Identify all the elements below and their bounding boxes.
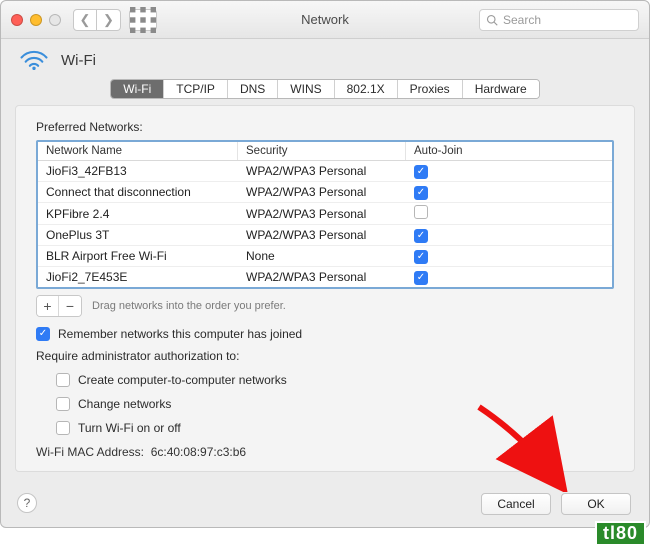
forward-button[interactable]: ❯ — [97, 9, 121, 31]
network-security-cell: WPA2/WPA3 Personal — [238, 268, 406, 286]
table-row[interactable]: JioFi2_7E453EWPA2/WPA3 Personal — [38, 267, 612, 287]
minimize-icon[interactable] — [30, 14, 42, 26]
wifi-panel: Preferred Networks: Network Name Securit… — [15, 105, 635, 472]
show-all-button[interactable] — [129, 9, 157, 31]
admin-option-checkbox[interactable] — [56, 421, 70, 435]
help-button[interactable]: ? — [17, 493, 37, 513]
network-security-cell: WPA2/WPA3 Personal — [238, 162, 406, 180]
remember-networks-label: Remember networks this computer has join… — [58, 327, 302, 341]
preferred-networks-label: Preferred Networks: — [36, 120, 614, 134]
autojoin-checkbox[interactable] — [414, 205, 428, 219]
nav-back-forward: ❮ ❯ — [73, 9, 121, 31]
autojoin-checkbox[interactable] — [414, 229, 428, 243]
autojoin-checkbox[interactable] — [414, 271, 428, 285]
column-auto-join[interactable]: Auto-Join — [406, 142, 612, 160]
admin-option-checkbox[interactable] — [56, 397, 70, 411]
autojoin-checkbox[interactable] — [414, 165, 428, 179]
drag-hint: Drag networks into the order you prefer. — [92, 300, 286, 312]
tab-proxies[interactable]: Proxies — [398, 80, 463, 98]
column-network-name[interactable]: Network Name — [38, 142, 238, 160]
autojoin-checkbox[interactable] — [414, 250, 428, 264]
close-icon[interactable] — [11, 14, 23, 26]
network-name-cell: OnePlus 3T — [38, 226, 238, 244]
dialog-buttons: Cancel OK — [481, 493, 631, 515]
remember-networks-option[interactable]: Remember networks this computer has join… — [36, 327, 614, 341]
wifi-icon — [19, 49, 49, 71]
tab-wins[interactable]: WINS — [278, 80, 334, 98]
grid-icon — [130, 7, 156, 33]
admin-option-label: Turn Wi-Fi on or off — [78, 421, 181, 435]
tab-wi-fi[interactable]: Wi-Fi — [111, 80, 164, 98]
connection-header: Wi-Fi — [1, 39, 649, 79]
remember-networks-checkbox[interactable] — [36, 327, 50, 341]
tab-dns[interactable]: DNS — [228, 80, 278, 98]
remove-network-button[interactable]: − — [59, 296, 81, 316]
admin-option[interactable]: Turn Wi-Fi on or off — [56, 421, 614, 435]
network-autojoin-cell — [406, 161, 612, 181]
network-name-cell: JioFi2_7E453E — [38, 268, 238, 286]
network-autojoin-cell — [406, 225, 612, 245]
network-security-cell: WPA2/WPA3 Personal — [238, 205, 406, 223]
column-security[interactable]: Security — [238, 142, 406, 160]
tab-hardware[interactable]: Hardware — [463, 80, 539, 98]
search-icon — [486, 14, 498, 26]
watermark: tl80 — [595, 521, 646, 546]
ok-button[interactable]: OK — [561, 493, 631, 515]
add-remove-control: + − — [36, 295, 82, 317]
network-autojoin-cell — [406, 246, 612, 266]
admin-option-label: Change networks — [78, 397, 171, 411]
table-row[interactable]: KPFibre 2.4WPA2/WPA3 Personal — [38, 203, 612, 225]
network-name-cell: JioFi3_42FB13 — [38, 162, 238, 180]
admin-authorization-label: Require administrator authorization to: — [36, 349, 614, 363]
tab-tcp-ip[interactable]: TCP/IP — [164, 80, 228, 98]
table-header: Network Name Security Auto-Join — [38, 142, 612, 161]
connection-name: Wi-Fi — [61, 52, 96, 69]
table-row[interactable]: BLR Airport Free Wi-FiNone — [38, 246, 612, 267]
network-autojoin-cell — [406, 267, 612, 287]
preferred-networks-table[interactable]: Network Name Security Auto-Join JioFi3_4… — [36, 140, 614, 289]
mac-address-row: Wi-Fi MAC Address: 6c:40:08:97:c3:b6 — [36, 445, 614, 459]
search-field[interactable]: Search — [479, 9, 639, 31]
network-preferences-window: ❮ ❯ Network Search Wi-Fi Wi-FiTCP/IPDNSW… — [0, 0, 650, 528]
tab-802-1x[interactable]: 802.1X — [335, 80, 398, 98]
network-name-cell: KPFibre 2.4 — [38, 205, 238, 223]
network-autojoin-cell — [406, 203, 612, 224]
network-name-cell: BLR Airport Free Wi-Fi — [38, 247, 238, 265]
mac-address-label: Wi-Fi MAC Address: — [36, 445, 144, 459]
admin-option[interactable]: Change networks — [56, 397, 614, 411]
zoom-icon — [49, 14, 61, 26]
mac-address-value: 6c:40:08:97:c3:b6 — [151, 445, 246, 459]
back-button[interactable]: ❮ — [73, 9, 97, 31]
network-name-cell: Connect that disconnection — [38, 183, 238, 201]
network-autojoin-cell — [406, 182, 612, 202]
table-row[interactable]: JioFi3_42FB13WPA2/WPA3 Personal — [38, 161, 612, 182]
network-security-cell: WPA2/WPA3 Personal — [238, 226, 406, 244]
table-row[interactable]: OnePlus 3TWPA2/WPA3 Personal — [38, 225, 612, 246]
admin-option-checkbox[interactable] — [56, 373, 70, 387]
search-placeholder: Search — [503, 13, 541, 27]
network-security-cell: None — [238, 247, 406, 265]
add-network-button[interactable]: + — [37, 296, 59, 316]
autojoin-checkbox[interactable] — [414, 186, 428, 200]
table-row[interactable]: Connect that disconnectionWPA2/WPA3 Pers… — [38, 182, 612, 203]
window-controls — [11, 14, 61, 26]
titlebar: ❮ ❯ Network Search — [1, 1, 649, 39]
tab-bar: Wi-FiTCP/IPDNSWINS802.1XProxiesHardware — [1, 79, 649, 99]
cancel-button[interactable]: Cancel — [481, 493, 551, 515]
admin-option-label: Create computer-to-computer networks — [78, 373, 287, 387]
admin-option[interactable]: Create computer-to-computer networks — [56, 373, 614, 387]
network-security-cell: WPA2/WPA3 Personal — [238, 183, 406, 201]
